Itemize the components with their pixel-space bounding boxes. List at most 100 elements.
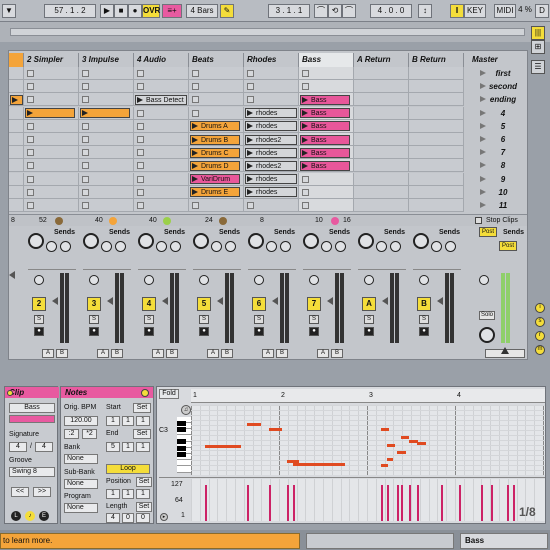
solo-button[interactable]: S <box>309 315 319 324</box>
track-header-master[interactable]: Master <box>469 53 527 67</box>
midi-note[interactable] <box>381 464 388 467</box>
follow-button[interactable]: ≡+ <box>162 4 182 18</box>
piano-white-key[interactable] <box>177 466 191 473</box>
session-view-icon[interactable]: ⊞ <box>531 40 545 54</box>
velocity-bar[interactable] <box>401 485 403 521</box>
velocity-bar[interactable] <box>409 485 411 521</box>
piano-black-key[interactable] <box>177 426 186 432</box>
fader-handle-icon[interactable] <box>162 297 168 305</box>
launch-box-icon[interactable]: L <box>11 511 21 521</box>
pan-knob[interactable] <box>34 275 44 285</box>
scene-launch-button[interactable]: second <box>477 80 527 93</box>
arm-button[interactable]: ● <box>89 327 99 336</box>
post-button[interactable]: Post <box>479 227 497 237</box>
velocity-bar[interactable] <box>481 485 483 521</box>
solo-button[interactable]: S <box>199 315 209 324</box>
overview-strip[interactable] <box>10 28 525 36</box>
preview-icon[interactable]: ♫ <box>181 405 191 415</box>
end-beat[interactable]: 1 <box>122 442 134 452</box>
midi-note[interactable] <box>381 428 389 431</box>
stop-clips-button[interactable]: Stop Clips <box>486 215 518 226</box>
track-header-rhodes[interactable]: Rhodes <box>244 53 299 67</box>
arrange-view-icon[interactable]: ☰ <box>531 60 545 74</box>
pan-knob[interactable] <box>89 275 99 285</box>
expand-velocity-icon[interactable]: ▸ <box>160 513 168 521</box>
position-bar[interactable]: 1 <box>106 489 120 499</box>
scene-launch-button[interactable]: 8 <box>477 159 527 172</box>
nav-prev-button[interactable]: << <box>11 487 29 497</box>
envelope-box-icon[interactable]: E <box>39 511 49 521</box>
clip-color-select[interactable] <box>9 415 55 423</box>
midi-note[interactable] <box>387 444 395 447</box>
send-b-knob[interactable] <box>390 241 401 252</box>
double-bpm-button[interactable]: *2 <box>82 429 97 439</box>
end-set-button[interactable]: Set <box>133 429 151 439</box>
solo-button[interactable]: S <box>34 315 44 324</box>
crossfade-b-button[interactable]: B <box>56 349 68 358</box>
velocity-bar[interactable] <box>491 485 493 521</box>
track-activator-button[interactable]: B <box>417 297 431 311</box>
arm-button[interactable]: ● <box>309 327 319 336</box>
length-bar[interactable]: 4 <box>106 513 120 523</box>
volume-knob[interactable] <box>83 233 99 249</box>
io-toggle-icon[interactable]: i <box>535 303 545 313</box>
solo-button[interactable]: S <box>144 315 154 324</box>
position-beat[interactable]: 1 <box>122 489 134 499</box>
piano-black-key[interactable] <box>177 420 186 426</box>
master-solo-button[interactable]: Solo <box>479 311 495 320</box>
scene-launch-button[interactable]: 6 <box>477 133 527 146</box>
start-bar[interactable]: 1 <box>106 416 120 426</box>
notes-box-icon[interactable]: ♪ <box>25 511 35 521</box>
arm-button[interactable]: ● <box>364 327 374 336</box>
monitor-icon[interactable] <box>163 217 171 225</box>
midi-map-button[interactable]: MIDI <box>494 4 516 18</box>
monitor-icon[interactable] <box>331 217 339 225</box>
key-map-button[interactable]: KEY <box>464 4 486 18</box>
signature-denominator[interactable]: 4 <box>35 442 53 452</box>
fader-handle-icon[interactable] <box>437 297 443 305</box>
solo-button[interactable]: S <box>364 315 374 324</box>
loop-length-field[interactable]: 4 . 0 . 0 <box>370 4 412 18</box>
midi-note[interactable] <box>293 463 345 466</box>
scene-launch-button[interactable]: 4 <box>477 107 527 120</box>
song-position[interactable]: 57 . 1 . 2 <box>44 4 96 18</box>
send-b-knob[interactable] <box>225 241 236 252</box>
velocity-bar[interactable] <box>381 485 383 521</box>
volume-knob[interactable] <box>193 233 209 249</box>
piano-black-key[interactable] <box>177 451 186 457</box>
velocity-bar[interactable] <box>287 485 289 521</box>
pause-icon[interactable]: ‖ <box>450 4 464 18</box>
crossfade-a-button[interactable]: A <box>207 349 219 358</box>
track-tab[interactable]: Bass <box>460 533 548 549</box>
volume-knob[interactable] <box>413 233 429 249</box>
nav-next-button[interactable]: >> <box>33 487 51 497</box>
orig-bpm-field[interactable]: 120.00 <box>64 416 98 426</box>
draw-mode-icon[interactable]: ✎ <box>220 4 234 18</box>
midi-note[interactable] <box>401 436 409 439</box>
pan-knob[interactable] <box>419 275 429 285</box>
scene-launch-button[interactable]: 11 <box>477 199 527 212</box>
fader-handle-icon[interactable] <box>327 297 333 305</box>
midi-note[interactable] <box>417 442 426 445</box>
send-b-knob[interactable] <box>170 241 181 252</box>
post-button[interactable]: Post <box>499 241 517 251</box>
track-activator-button[interactable]: A <box>362 297 376 311</box>
crossfade-a-button[interactable]: A <box>97 349 109 358</box>
send-b-knob[interactable] <box>60 241 71 252</box>
velocity-bar[interactable] <box>205 485 207 521</box>
pan-knob[interactable] <box>144 275 154 285</box>
master-pan-knob[interactable] <box>479 275 489 285</box>
midi-note[interactable] <box>387 458 393 461</box>
track-activator-button[interactable]: 2 <box>32 297 46 311</box>
loop-button[interactable]: Loop <box>106 464 150 474</box>
record-icon[interactable]: ● <box>128 4 142 18</box>
send-a-knob[interactable] <box>46 241 57 252</box>
track-header-audio[interactable]: 4 Audio <box>134 53 189 67</box>
signature-numerator[interactable]: 4 <box>9 442 27 452</box>
fader-handle-icon[interactable] <box>9 271 15 279</box>
send-a-knob[interactable] <box>101 241 112 252</box>
clip-name-field[interactable]: Bass <box>9 403 55 413</box>
track-header-b-return[interactable]: B Return <box>409 53 464 67</box>
volume-knob[interactable] <box>358 233 374 249</box>
piano-keyboard[interactable] <box>177 417 191 473</box>
